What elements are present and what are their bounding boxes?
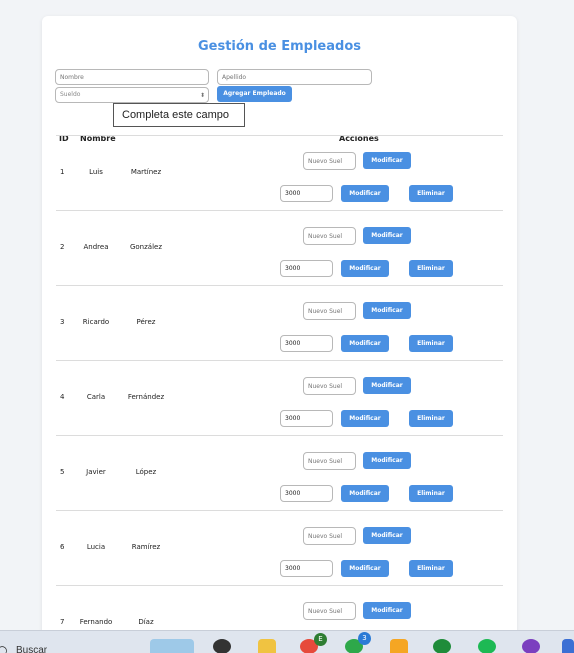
sueldo-input[interactable]: Sueldo ⬍ <box>55 87 209 103</box>
cell-apellido: Pérez <box>136 318 156 326</box>
delete-button[interactable]: Eliminar <box>409 560 453 577</box>
cell-nombre: Lucia <box>86 543 106 551</box>
table-row: 3 Ricardo Pérez Modificar 3000 Modificar… <box>42 286 517 361</box>
search-icon[interactable]: ○ <box>0 643 7 653</box>
delete-button[interactable]: Eliminar <box>409 260 453 277</box>
modify-salary-button[interactable]: Modificar <box>341 410 389 427</box>
cell-id: 1 <box>60 168 65 176</box>
modify-salary-button[interactable]: Modificar <box>341 485 389 502</box>
cell-apellido: Fernández <box>127 393 165 401</box>
cell-id: 4 <box>60 393 65 401</box>
chatgpt-icon[interactable] <box>213 639 231 653</box>
stepper-icon[interactable]: ⬍ <box>200 89 205 103</box>
cell-apellido: López <box>135 468 157 476</box>
salary-field[interactable]: 3000 <box>280 260 333 277</box>
modify-salary-button[interactable]: Modificar <box>341 185 389 202</box>
modify-button[interactable]: Modificar <box>363 152 411 169</box>
table-row: 6 Lucia Ramírez Modificar 3000 Modificar… <box>42 511 517 586</box>
modify-salary-button[interactable]: Modificar <box>341 260 389 277</box>
salary-field[interactable]: 3000 <box>280 185 333 202</box>
salary-value: 3000 <box>285 190 301 197</box>
cell-nombre: Andrea <box>83 243 109 251</box>
weather-widget-icon[interactable] <box>150 639 194 653</box>
new-salary-input[interactable] <box>303 377 356 395</box>
salary-value: 3000 <box>285 415 301 422</box>
cell-nombre: Carla <box>86 393 106 401</box>
delete-button[interactable]: Eliminar <box>409 335 453 352</box>
profile-badge: E <box>314 633 327 646</box>
sueldo-placeholder: Sueldo <box>60 91 81 98</box>
new-salary-input[interactable] <box>303 602 356 620</box>
modify-button[interactable]: Modificar <box>363 602 411 619</box>
cell-id: 7 <box>60 618 65 626</box>
cell-id: 2 <box>60 243 65 251</box>
cell-nombre: Luis <box>89 168 103 176</box>
new-salary-input[interactable] <box>303 227 356 245</box>
modify-button[interactable]: Modificar <box>363 527 411 544</box>
spotify-icon[interactable] <box>478 639 496 653</box>
validation-tooltip: Completa este campo <box>113 103 245 127</box>
app-icon-edge[interactable] <box>562 639 574 653</box>
table-row: 5 Javier López Modificar 3000 Modificar … <box>42 436 517 511</box>
cell-nombre: Fernando <box>79 618 113 626</box>
cell-apellido: González <box>129 243 163 251</box>
cell-nombre: Ricardo <box>82 318 110 326</box>
salary-value: 3000 <box>285 265 301 272</box>
nombre-input[interactable] <box>55 69 209 85</box>
apellido-input[interactable] <box>217 69 372 85</box>
add-employee-button[interactable]: Agregar Empleado <box>217 86 292 102</box>
taskbar: ○ Buscar E 3 <box>0 630 574 653</box>
cell-id: 6 <box>60 543 65 551</box>
page-title: Gestión de Empleados <box>197 39 361 54</box>
modify-button[interactable]: Modificar <box>363 302 411 319</box>
salary-field[interactable]: 3000 <box>280 410 333 427</box>
powerbi-icon[interactable] <box>390 639 408 653</box>
new-salary-input[interactable] <box>303 152 356 170</box>
salary-value: 3000 <box>285 565 301 572</box>
cell-apellido: Martínez <box>130 168 162 176</box>
salary-value: 3000 <box>285 340 301 347</box>
modify-button[interactable]: Modificar <box>363 227 411 244</box>
table-row: 2 Andrea González Modificar 3000 Modific… <box>42 211 517 286</box>
delete-button[interactable]: Eliminar <box>409 185 453 202</box>
delete-button[interactable]: Eliminar <box>409 485 453 502</box>
table-row: 1 Luis Martínez Modificar 3000 Modificar… <box>42 136 517 211</box>
salary-value: 3000 <box>285 490 301 497</box>
new-salary-input[interactable] <box>303 527 356 545</box>
cell-apellido: Ramírez <box>131 543 161 551</box>
notification-badge: 3 <box>358 632 371 645</box>
cell-id: 5 <box>60 468 65 476</box>
salary-field[interactable]: 3000 <box>280 485 333 502</box>
new-salary-input[interactable] <box>303 452 356 470</box>
github-icon[interactable] <box>522 639 540 653</box>
folder-icon[interactable] <box>258 639 276 653</box>
modify-button[interactable]: Modificar <box>363 452 411 469</box>
delete-button[interactable]: Eliminar <box>409 410 453 427</box>
salary-field[interactable]: 3000 <box>280 335 333 352</box>
taskbar-search-label[interactable]: Buscar <box>16 645 47 653</box>
cell-nombre: Javier <box>86 468 106 476</box>
cell-id: 3 <box>60 318 65 326</box>
salary-field[interactable]: 3000 <box>280 560 333 577</box>
new-salary-input[interactable] <box>303 302 356 320</box>
table-row: 4 Carla Fernández Modificar 3000 Modific… <box>42 361 517 436</box>
app-icon[interactable] <box>433 639 451 653</box>
modify-salary-button[interactable]: Modificar <box>341 560 389 577</box>
cell-apellido: Díaz <box>138 618 154 626</box>
modify-button[interactable]: Modificar <box>363 377 411 394</box>
modify-salary-button[interactable]: Modificar <box>341 335 389 352</box>
